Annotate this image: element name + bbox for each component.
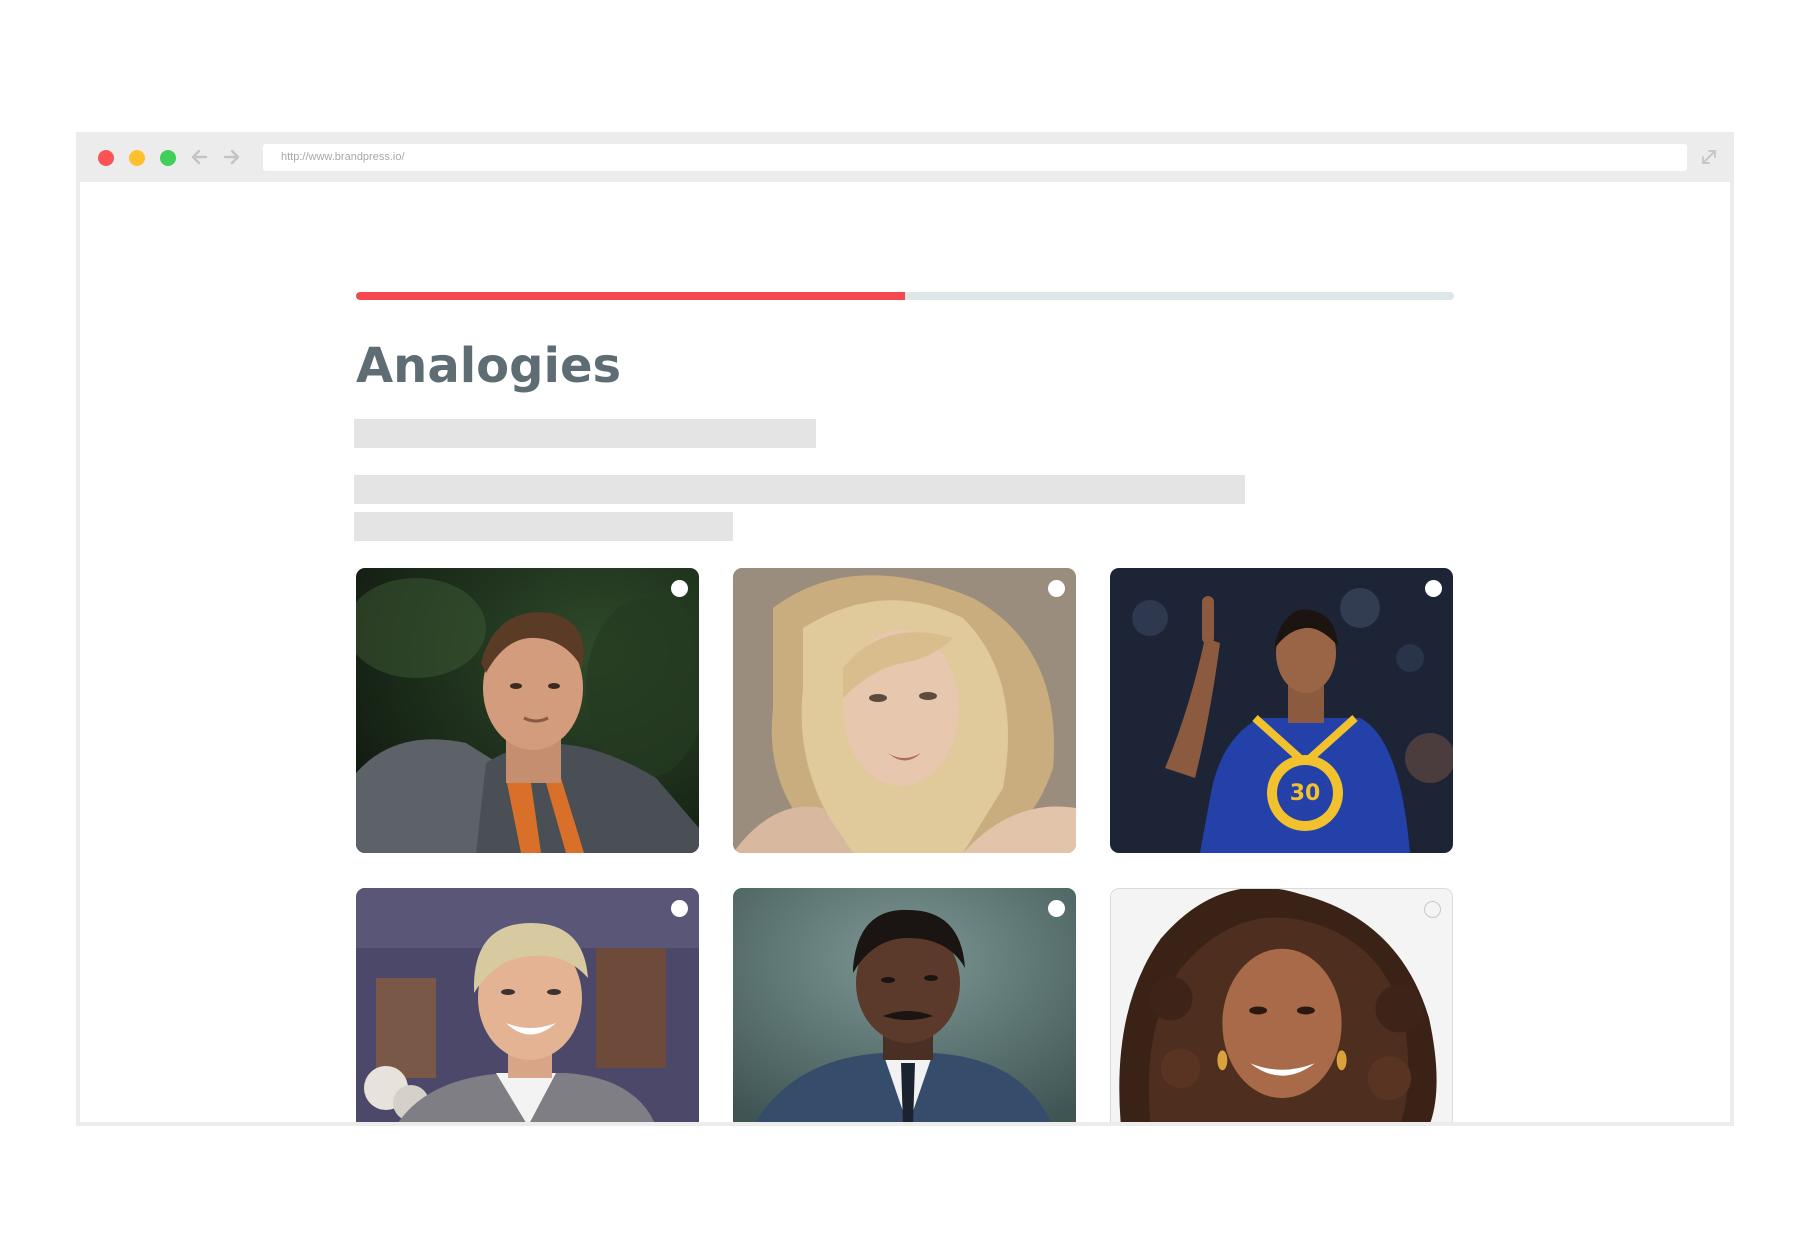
- option-radio[interactable]: [1048, 580, 1065, 597]
- option-card-3[interactable]: 30: [1110, 568, 1453, 853]
- man-in-suit-photo: [733, 888, 1076, 1122]
- url-text: http://www.brandpress.io/: [281, 151, 405, 163]
- progress-bar-fill: [356, 292, 905, 300]
- text-placeholder: [354, 512, 733, 541]
- close-window-icon[interactable]: [98, 150, 114, 166]
- option-radio[interactable]: [1424, 901, 1441, 918]
- option-card-1[interactable]: [356, 568, 699, 853]
- forward-arrow-icon[interactable]: [219, 144, 243, 170]
- browser-toolbar: http://www.brandpress.io/: [80, 132, 1730, 182]
- maximize-window-icon[interactable]: [160, 150, 176, 166]
- smiling-woman-short-hair-photo: [356, 888, 699, 1122]
- text-placeholder: [354, 419, 816, 448]
- option-radio[interactable]: [1425, 580, 1442, 597]
- man-in-grey-jacket-photo: [356, 568, 699, 853]
- page-title: Analogies: [356, 338, 622, 394]
- basketball-player-number-30-photo: 30: [1110, 568, 1453, 853]
- progress-bar: [356, 292, 1454, 300]
- option-radio[interactable]: [671, 580, 688, 597]
- woman-with-blonde-hair-photo: [733, 568, 1076, 853]
- browser-window: http://www.brandpress.io/ Analogies 30: [76, 132, 1734, 1126]
- option-radio[interactable]: [1048, 900, 1065, 917]
- option-card-5[interactable]: [733, 888, 1076, 1122]
- back-arrow-icon[interactable]: [188, 144, 212, 170]
- option-radio[interactable]: [671, 900, 688, 917]
- minimize-window-icon[interactable]: [129, 150, 145, 166]
- option-card-6[interactable]: [1110, 888, 1453, 1122]
- address-bar[interactable]: http://www.brandpress.io/: [263, 144, 1687, 171]
- text-placeholder: [354, 475, 1245, 504]
- svg-text:30: 30: [1290, 781, 1321, 806]
- option-card-4[interactable]: [356, 888, 699, 1122]
- page-content: Analogies 30: [80, 182, 1730, 1122]
- option-card-2[interactable]: [733, 568, 1076, 853]
- smiling-woman-curly-hair-photo: [1111, 889, 1452, 1122]
- expand-icon[interactable]: [1696, 144, 1722, 170]
